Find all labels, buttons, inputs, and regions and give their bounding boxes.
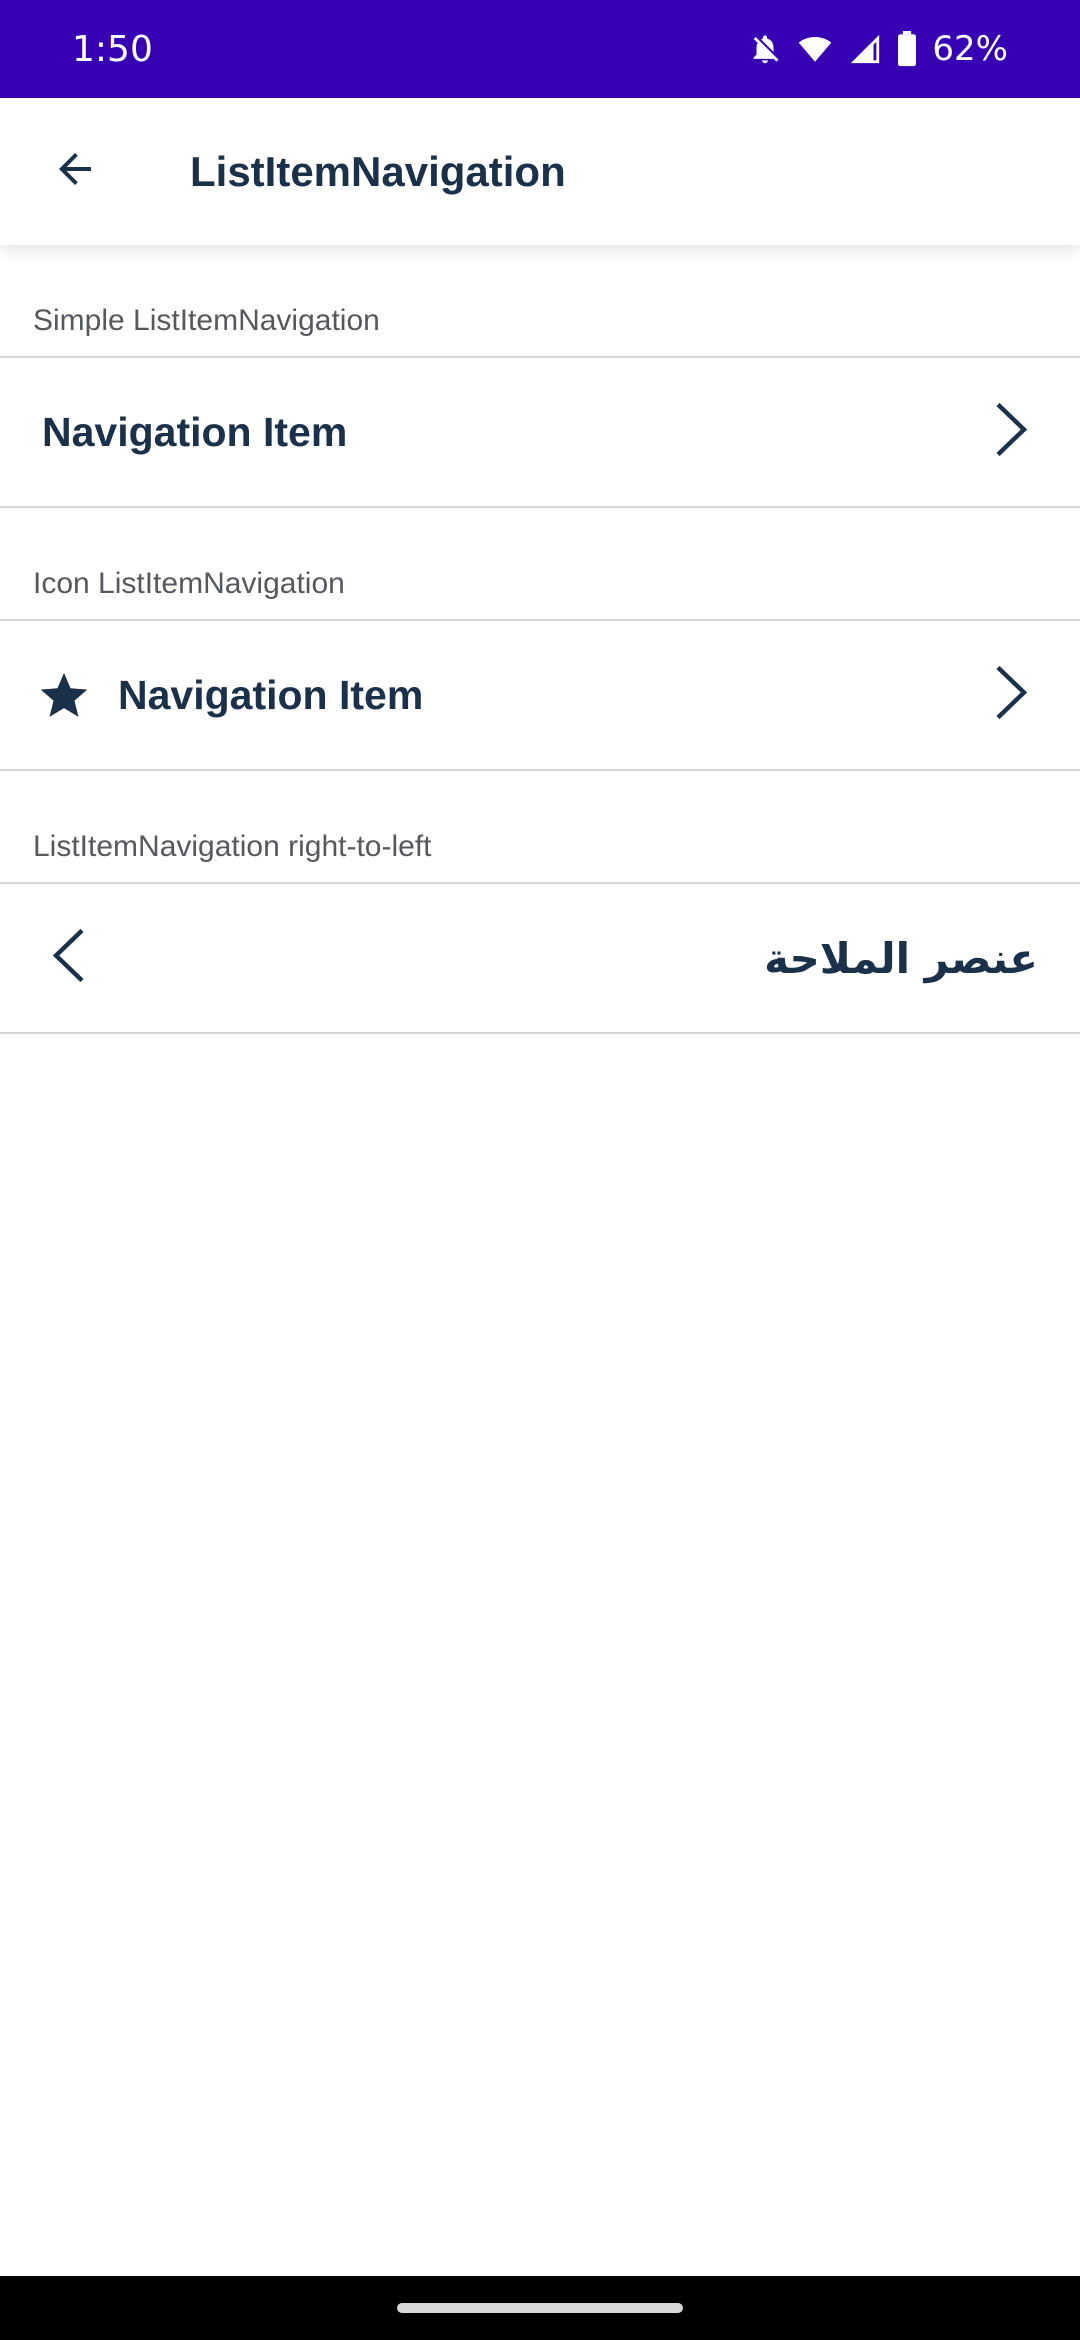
battery-icon	[896, 31, 918, 67]
page-title: ListItemNavigation	[190, 147, 566, 195]
status-time: 1:50	[72, 28, 153, 70]
chevron-left-icon	[52, 927, 86, 990]
status-bar: 1:50 62%	[0, 0, 1080, 98]
navigation-item-rtl[interactable]: عنصر الملاحة	[0, 884, 1080, 1032]
navigation-item-simple[interactable]: Navigation Item	[0, 358, 1080, 506]
wifi-icon	[796, 32, 834, 66]
home-gesture-handle[interactable]	[397, 2303, 683, 2313]
section-label-simple: Simple ListItemNavigation	[33, 304, 380, 337]
navigation-item-label: عنصر الملاحة	[764, 933, 1038, 983]
chevron-right-icon	[994, 664, 1028, 727]
navigation-item-label: Navigation Item	[42, 408, 348, 455]
navigation-item-icon[interactable]: Navigation Item	[0, 621, 1080, 769]
battery-percent: 62%	[932, 29, 1008, 69]
arrow-back-icon	[51, 145, 99, 198]
status-icons: 62%	[748, 29, 1008, 69]
back-button[interactable]	[0, 98, 150, 245]
section-label-icon: Icon ListItemNavigation	[33, 567, 345, 600]
star-icon	[36, 667, 92, 723]
section-label-rtl: ListItemNavigation right-to-left	[33, 830, 432, 863]
navigation-item-label: Navigation Item	[118, 671, 424, 718]
system-navigation-bar	[0, 2276, 1080, 2340]
chevron-right-icon	[994, 401, 1028, 464]
divider	[0, 1032, 1080, 1034]
notifications-off-icon	[748, 32, 782, 66]
cell-signal-icon	[848, 32, 882, 66]
app-bar: ListItemNavigation	[0, 98, 1080, 245]
list-content: Simple ListItemNavigation Navigation Ite…	[0, 245, 1080, 1034]
